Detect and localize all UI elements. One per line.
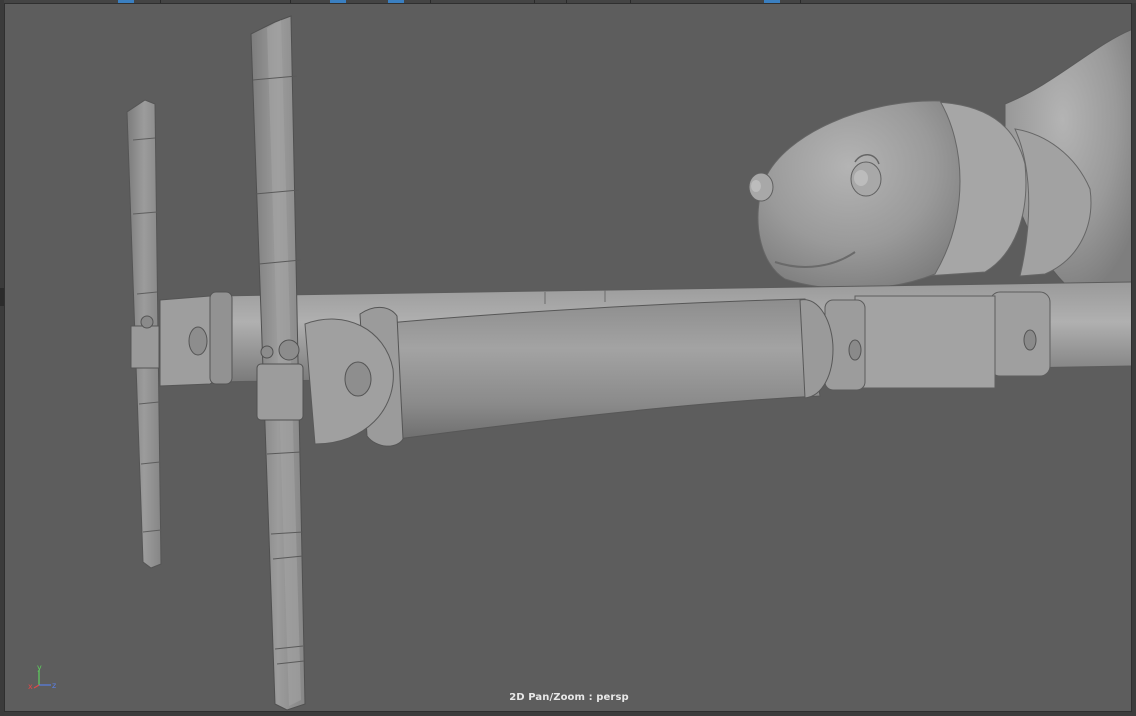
perspective-viewport[interactable]: 2D Pan/Zoom : persp y z x <box>4 3 1132 712</box>
viewport-scene[interactable] <box>5 4 1132 712</box>
rear-rotor-hub[interactable] <box>159 291 233 387</box>
viewport-hud-label: 2D Pan/Zoom : persp <box>509 692 629 703</box>
rear-propeller-blade[interactable] <box>126 99 162 569</box>
front-shaft[interactable] <box>304 298 834 447</box>
y-axis-label: y <box>37 664 42 672</box>
x-axis-label: x <box>28 682 33 691</box>
axis-gizmo-icon: y z x <box>28 664 56 691</box>
x-axis-line <box>33 684 40 689</box>
viewport-frame: 2D Pan/Zoom : persp y z x <box>0 0 1136 716</box>
z-axis-label: z <box>52 681 56 690</box>
creature-model[interactable] <box>748 29 1132 290</box>
